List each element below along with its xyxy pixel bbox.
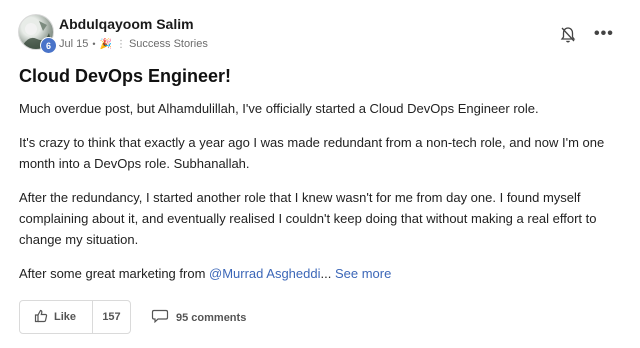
post-date[interactable]: Jul 15 [59, 38, 88, 50]
category-link[interactable]: Success Stories [129, 38, 208, 50]
last-line-prefix: After some great marketing from [19, 266, 210, 281]
comments-button[interactable]: 95 comments [151, 309, 246, 326]
like-label: Like [54, 311, 77, 323]
author-name[interactable]: Abdulqayoom Salim [59, 16, 194, 32]
party-icon: 🎉 [99, 38, 112, 50]
level-badge: 6 [40, 37, 57, 54]
meta-separator: • [92, 39, 96, 49]
author-avatar-wrap[interactable]: 6 [18, 14, 57, 54]
paragraph-4: After some great marketing from @Murrad … [19, 263, 624, 284]
ellipsis: ... [320, 266, 332, 281]
post-meta: Jul 15 • 🎉 ⋮ Success Stories [59, 38, 208, 50]
bell-off-icon[interactable] [560, 26, 576, 44]
paragraph-2: It's crazy to think that exactly a year … [19, 135, 605, 171]
paragraph-3: After the redundancy, I started another … [19, 190, 597, 247]
post-body: Much overdue post, but Alhamdulillah, I'… [19, 98, 624, 297]
like-count[interactable]: 157 [93, 311, 130, 323]
like-button[interactable]: Like [20, 301, 92, 333]
post-title: Cloud DevOps Engineer! [19, 66, 232, 86]
thumbs-up-icon [34, 309, 48, 326]
mention-link[interactable]: @Murrad Asgheddi [209, 266, 320, 281]
see-more-link[interactable]: See more [335, 266, 391, 281]
post-card: 6 Abdulqayoom Salim Jul 15 • 🎉 ⋮ Success… [0, 0, 640, 348]
paragraph-1: Much overdue post, but Alhamdulillah, I'… [19, 101, 539, 116]
grip-icon: ⋮ [115, 38, 126, 50]
like-control: Like 157 [19, 300, 131, 334]
comment-icon [151, 309, 169, 326]
comments-label: 95 comments [176, 311, 247, 324]
more-options-icon[interactable]: ••• [594, 25, 614, 43]
